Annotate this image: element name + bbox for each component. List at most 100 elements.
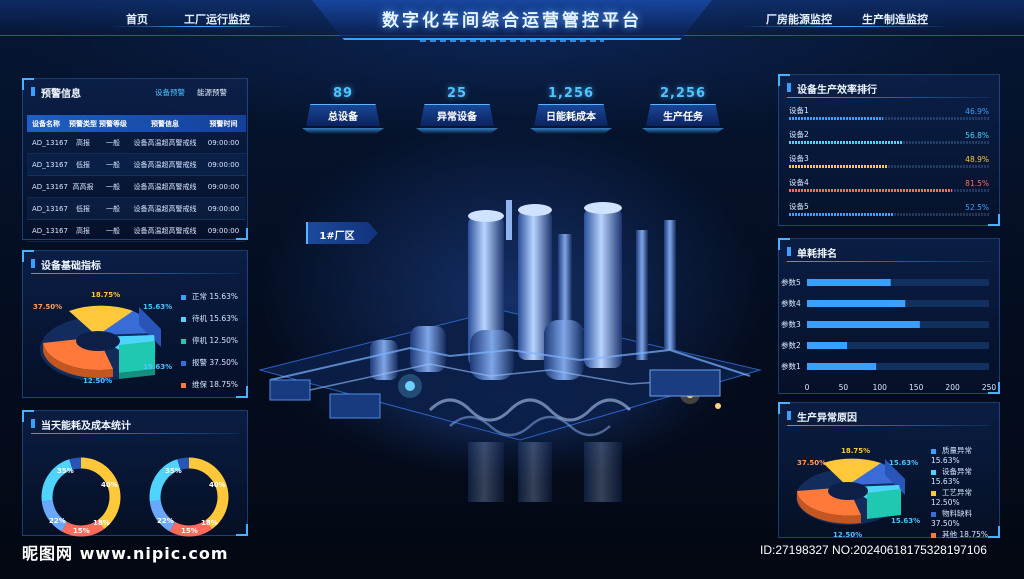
kpi-label: 异常设备: [437, 112, 477, 123]
legend-item[interactable]: 正常 15.63%: [181, 291, 238, 302]
legend-item[interactable]: 工艺异常 12.50%: [931, 487, 999, 507]
pie-label-4: 15.63%: [143, 363, 173, 371]
kpi-abnormal-devices: 25 异常设备: [416, 86, 498, 134]
kpi-base: [416, 128, 498, 134]
donut2-label-15: 15%: [181, 527, 198, 535]
consumption-ranking-panel: 单耗排名 参数5 参数4 参数3 参数2 参数1 0 50 100 150 200 250: [778, 238, 1000, 394]
kpi-label: 总设备: [328, 112, 358, 123]
efficiency-item-name: 设备2: [789, 130, 809, 139]
efficiency-item-value: 81.5%: [965, 179, 989, 188]
legend-name: 其他: [942, 530, 957, 539]
cell-warning-type: 低报: [76, 204, 90, 213]
nav-home[interactable]: 首页: [126, 11, 148, 27]
table-row[interactable]: AD_13167 高报 一般 设备高温超高警戒线 09:00:00: [27, 220, 246, 242]
efficiency-panel: 设备生产效率排行 设备1 46.9% 设备2 56.8% 设备3 48.9% 设备4 81.5…: [778, 74, 1000, 226]
legend-item[interactable]: 质量异常 15.63%: [931, 445, 999, 465]
col-warning-info: 预警信息: [151, 119, 179, 128]
title-underline: [420, 38, 604, 42]
table-row[interactable]: AD_13167 低报 一般 设备高温超高警戒线 09:00:00: [27, 154, 246, 176]
watermark-id: ID:27198327 NO:20240618175328197106: [760, 543, 987, 557]
donut1-label-18: 18%: [93, 519, 110, 527]
pie-label-5: 12.50%: [833, 531, 863, 539]
cell-warning-type: 高报: [76, 226, 90, 235]
legend-swatch: [931, 511, 936, 517]
nav-left-line: [110, 26, 290, 27]
cell-device-name: AD_13167: [32, 204, 68, 213]
efficiency-item-name: 设备4: [789, 178, 809, 187]
bar[interactable]: [807, 363, 877, 370]
nav-right-line: [740, 26, 950, 27]
warning-title: 预警信息: [31, 85, 81, 100]
legend-item[interactable]: 物料缺料 37.50%: [931, 508, 999, 528]
tab-energy-warning[interactable]: 能源预警: [197, 87, 227, 98]
table-row[interactable]: AD_13167 低报 一般 设备高温超高警戒线 09:00:00: [27, 198, 246, 220]
nav-factory-monitor[interactable]: 工厂运行监控: [184, 11, 250, 27]
cell-device-name: AD_13167: [32, 226, 68, 235]
warning-table-header: 设备名称 预警类型 预警等级 预警信息 预警时间: [27, 115, 246, 132]
nav-production-monitor[interactable]: 生产制造监控: [862, 11, 928, 27]
bar[interactable]: [807, 321, 920, 328]
legend-swatch: [931, 448, 936, 454]
legend-item[interactable]: 设备异常 15.63%: [931, 466, 999, 486]
legend-name: 停机: [192, 336, 207, 345]
bar-category-label: 参数1: [781, 361, 801, 371]
donut2-label-22: 22%: [157, 517, 174, 525]
legend-swatch: [931, 532, 936, 538]
tab-device-warning[interactable]: 设备预警: [155, 87, 185, 98]
table-row[interactable]: AD_13167 高报 一般 设备高温超高警戒线 09:00:00: [27, 132, 246, 154]
nav-energy-monitor[interactable]: 厂房能源监控: [766, 11, 832, 27]
cell-warning-time: 09:00:00: [207, 138, 240, 147]
legend-name: 正常: [192, 292, 207, 301]
pie-label-4: 15.63%: [891, 517, 921, 525]
legend-item[interactable]: 其他 18.75%: [931, 529, 988, 540]
cell-warning-time: 09:00:00: [207, 226, 240, 235]
legend-item[interactable]: 报警 37.50%: [181, 357, 238, 368]
cell-warning-time: 09:00:00: [207, 204, 240, 213]
x-tick-label: 200: [945, 383, 960, 392]
table-row[interactable]: AD_13167 高高报 一般 设备高温超高警戒线 09:00:00: [27, 176, 246, 198]
bar-category-label: 参数3: [781, 319, 801, 329]
efficiency-track: [789, 189, 989, 192]
cell-warning-type: 高报: [76, 138, 90, 147]
pie-label-3: 15.63%: [143, 303, 173, 311]
bar[interactable]: [807, 342, 848, 349]
consumption-ranking-title: 单耗排名: [787, 245, 837, 260]
kpi-base: [302, 128, 384, 134]
kpi-production-tasks: 2,256 生产任务: [642, 86, 724, 134]
pie-label-1: 37.50%: [33, 303, 63, 311]
legend-item[interactable]: 停机 12.50%: [181, 335, 238, 346]
donut1-label-15: 15%: [73, 527, 90, 535]
energy-cost-panel: 当天能耗及成本统计 35% 40% 22% 15% 18% 35% 40% 22…: [22, 410, 248, 537]
kpi-base: [642, 128, 724, 134]
efficiency-track: [789, 165, 989, 168]
kpi-value: 1,256: [547, 86, 595, 101]
cell-warning-info: 设备高温超高警戒线: [133, 160, 197, 169]
cell-warning-info: 设备高温超高警戒线: [133, 182, 197, 191]
title-divider: [787, 97, 991, 98]
abnormal-reasons-title: 生产异常原因: [787, 409, 857, 424]
legend-value: 15.63%: [209, 292, 238, 301]
pie-label-2: 18.75%: [91, 291, 121, 299]
bar[interactable]: [807, 279, 891, 286]
efficiency-item-value: 48.9%: [965, 155, 989, 164]
title-divider: [31, 273, 239, 274]
legend-item[interactable]: 待机 15.63%: [181, 313, 238, 324]
efficiency-fill: [789, 141, 903, 144]
efficiency-fill: [789, 189, 952, 192]
kpi-value: 2,256: [659, 86, 707, 101]
legend-item[interactable]: 维保 18.75%: [181, 379, 238, 390]
bar[interactable]: [807, 300, 906, 307]
cell-device-name: AD_13167: [32, 160, 68, 169]
legend-swatch: [181, 338, 186, 344]
donut1-label-22: 22%: [49, 517, 66, 525]
donut2-label-40: 40%: [209, 481, 226, 489]
cell-warning-type: 高高报: [72, 182, 94, 191]
cell-warning-info: 设备高温超高警戒线: [133, 204, 197, 213]
page-title: 数字化车间综合运营管控平台: [382, 11, 642, 31]
donut1-label-35: 35%: [57, 467, 74, 475]
legend-value: 12.50%: [931, 498, 960, 507]
efficiency-item-name: 设备1: [789, 106, 809, 115]
cell-warning-level: 一般: [106, 138, 120, 147]
efficiency-item-value: 52.5%: [965, 203, 989, 212]
x-tick-label: 50: [839, 383, 849, 392]
